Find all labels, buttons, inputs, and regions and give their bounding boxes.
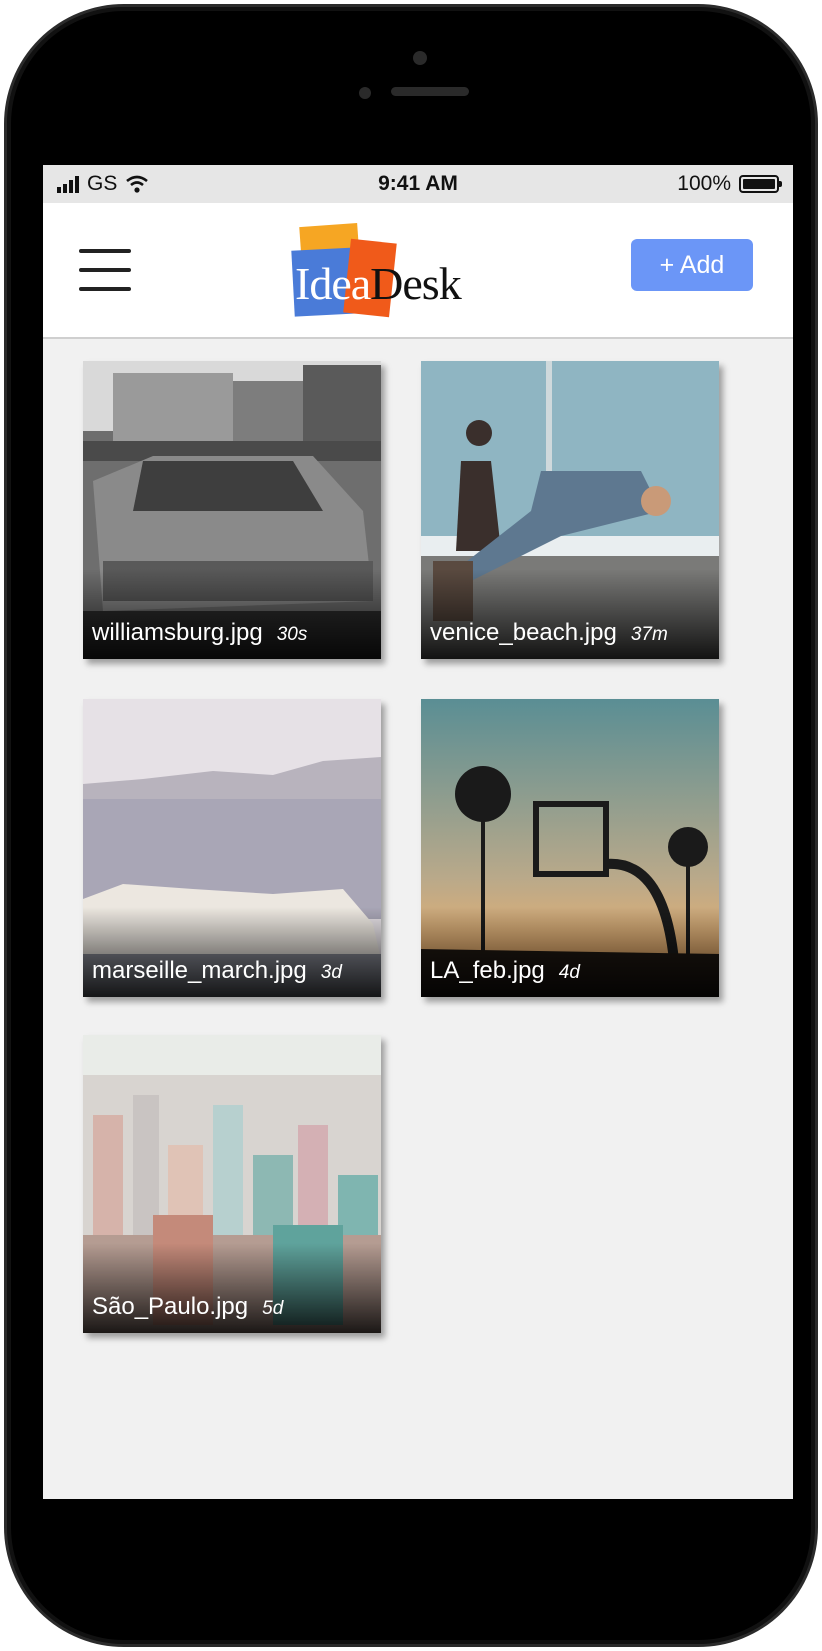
file-age: 4d [558,962,580,983]
file-age: 3d [320,962,342,983]
file-name: venice_beach.jpg [430,619,617,646]
battery-percent: 100% [677,172,731,195]
file-name: LA_feb.jpg [430,957,545,984]
logo-word-desk: Desk [370,258,462,309]
file-tile-venice-beach[interactable]: venice_beach.jpg 37m [421,361,719,659]
file-age: 30s [276,624,308,645]
app-header: IdeaDesk + Add [43,203,793,339]
file-name: marseille_march.jpg [92,957,307,984]
file-tile-marseille-march[interactable]: marseille_march.jpg 3d [83,699,381,997]
file-age: 37m [630,624,668,645]
file-tile-sao-paulo[interactable]: São_Paulo.jpg 5d [83,1035,381,1333]
status-right: 100% [677,172,782,196]
status-bar: GS 9:41 AM 100% [43,165,793,203]
file-age: 5d [262,1298,284,1319]
phone-frame: GS 9:41 AM 100% IdeaDesk + Add williamsb… [4,4,818,1647]
menu-icon[interactable] [79,249,131,291]
file-tile-la-feb[interactable]: LA_feb.jpg 4d [421,699,719,997]
earpiece-speaker [391,87,469,96]
logo-word-idea: Idea [295,258,371,309]
proximity-sensor [359,87,371,99]
battery-icon [739,175,782,193]
app-screen: GS 9:41 AM 100% IdeaDesk + Add williamsb… [43,165,793,1499]
file-name: williamsburg.jpg [92,619,263,646]
ideadesk-logo: IdeaDesk [289,221,509,321]
file-name: São_Paulo.jpg [92,1293,249,1320]
add-button[interactable]: + Add [631,239,753,291]
front-camera [413,51,427,65]
file-tile-williamsburg[interactable]: williamsburg.jpg 30s [83,361,381,659]
